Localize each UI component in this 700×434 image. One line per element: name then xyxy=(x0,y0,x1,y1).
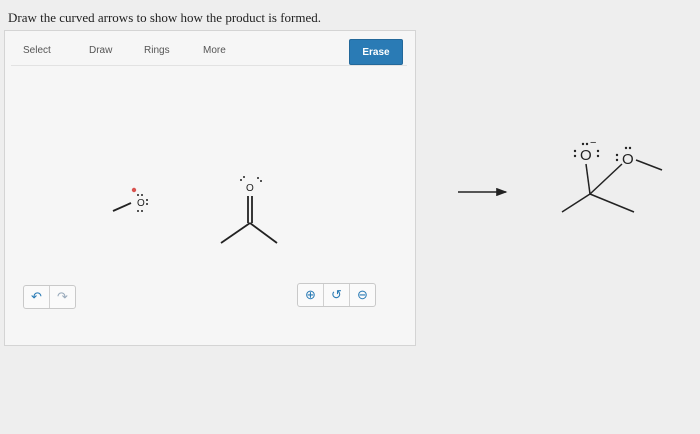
lone-pair-dot xyxy=(596,149,600,153)
c-o-bond xyxy=(589,163,623,195)
lone-pair-dot xyxy=(581,142,585,146)
lone-pair-dot xyxy=(141,210,143,212)
negative-charge-label: − xyxy=(590,137,596,149)
zoom-in-icon: ⊕ xyxy=(305,287,316,302)
product-area: O − O xyxy=(458,137,663,213)
lone-pair-dot xyxy=(573,154,577,158)
lone-pair-dot xyxy=(146,199,148,201)
lone-pair-dot xyxy=(615,158,619,162)
product-molecule: O − O xyxy=(561,137,663,213)
zoom-out-button[interactable]: ⊖ xyxy=(349,284,375,306)
undo-button[interactable]: ↶ xyxy=(24,286,49,308)
lone-pair-dot xyxy=(243,176,245,178)
lone-pair-dot xyxy=(260,180,262,182)
drawing-editor[interactable]: Select Draw Rings More Erase O O ↶ ↷ ⊕ ↺… xyxy=(4,30,416,346)
acetone-molecule[interactable]: O xyxy=(220,176,278,244)
lone-pair-dot xyxy=(137,194,139,196)
lone-pair-dot xyxy=(585,142,589,146)
redo-button[interactable]: ↷ xyxy=(49,286,75,308)
history-controls: ↶ ↷ xyxy=(23,285,76,309)
lone-pair-dot xyxy=(624,146,628,150)
zoom-in-button[interactable]: ⊕ xyxy=(298,284,323,306)
redo-icon: ↷ xyxy=(57,289,68,304)
zoom-controls: ⊕ ↺ ⊖ xyxy=(297,283,376,307)
methoxide-oxygen-label: O xyxy=(137,198,145,209)
zoom-out-icon: ⊖ xyxy=(357,287,368,302)
negative-charge-marker xyxy=(131,187,137,193)
reset-icon: ↺ xyxy=(331,287,342,302)
methyl-bond xyxy=(112,202,132,212)
alkoxide-oxygen-label: O xyxy=(580,147,592,164)
methyl-bond xyxy=(635,159,663,171)
lone-pair-dot xyxy=(596,154,600,158)
methoxide-molecule[interactable]: O xyxy=(112,187,148,212)
methyl-bond-right xyxy=(589,193,635,213)
lone-pair-dot xyxy=(615,153,619,157)
methyl-bond-left xyxy=(220,222,251,244)
lone-pair-dot xyxy=(240,179,242,181)
lone-pair-dot xyxy=(257,177,259,179)
lone-pair-dot xyxy=(146,203,148,205)
methyl-bond-left xyxy=(561,193,591,213)
reset-zoom-button[interactable]: ↺ xyxy=(323,284,349,306)
undo-icon: ↶ xyxy=(31,289,42,304)
carbonyl-oxygen-label: O xyxy=(246,183,254,194)
lone-pair-dot xyxy=(141,194,143,196)
lone-pair-dot xyxy=(137,210,139,212)
lone-pair-dot xyxy=(628,146,632,150)
methyl-bond-right xyxy=(249,222,278,244)
lone-pair-dot xyxy=(573,149,577,153)
question-text: Draw the curved arrows to show how the p… xyxy=(8,10,322,25)
ether-oxygen-label: O xyxy=(622,151,634,168)
c-o-bond xyxy=(585,163,591,195)
